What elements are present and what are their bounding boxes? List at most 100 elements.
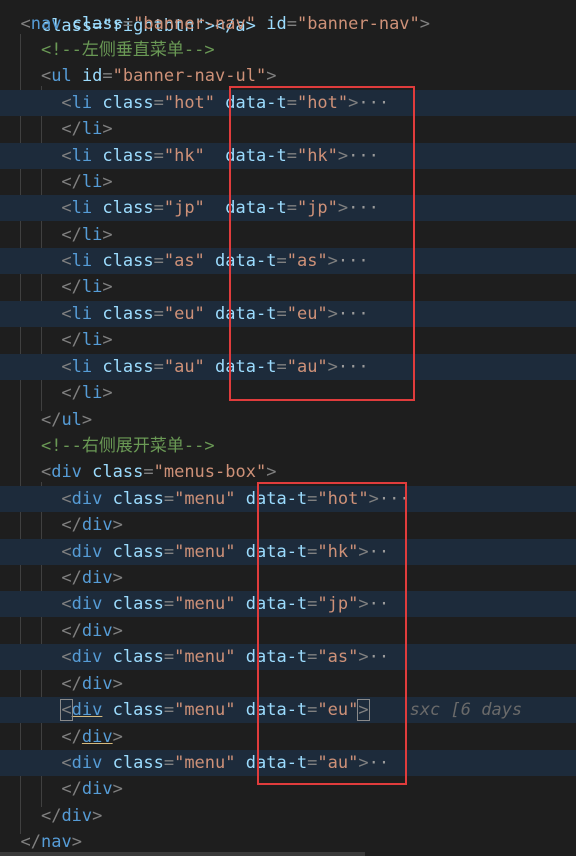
code-line-li-close: </li> [61,330,113,350]
tag-name: li [71,93,93,113]
bracket-match: > [357,699,370,721]
attr-value: "jp" [296,198,338,218]
code-line-menu: <div class="menu" data-t="hk">·· [0,539,576,566]
attr-name: data-t [245,753,308,773]
fold-ellipsis-icon[interactable]: ··· [348,198,379,218]
code-line-li-close: </li> [61,383,113,403]
code-line-div-close: </div> [61,779,123,799]
attr-name: data-t [215,357,277,377]
code-line-div-close: </div> [61,621,123,641]
tag-name: li [71,357,93,377]
attr-name: class [102,198,154,218]
tag-name: div [81,515,113,535]
tag-name: li [81,383,103,403]
code-line-li-close: </li> [61,172,113,192]
fold-ellipsis-icon[interactable]: ··· [338,357,369,377]
fold-ellipsis-icon[interactable]: ·· [369,647,389,667]
attr-value: "au" [317,753,359,773]
fold-ellipsis-icon[interactable]: ·· [369,594,389,614]
attr-name: id [81,66,103,86]
tag-name: div [81,621,113,641]
fold-ellipsis-icon[interactable]: ··· [338,251,369,271]
tag-name: div [61,806,93,826]
attr-value: "jp" [317,594,359,614]
tag-name: li [71,198,93,218]
attr-value: "menus-box" [153,462,267,482]
attr-value: "menu" [174,489,236,509]
code-line-ul-close: </ul> [40,410,93,430]
attr-name: data-t [245,542,308,562]
git-blame-annotation: sxc [6 days [409,700,523,720]
code-line-li: <li class="as" data-t="as">··· [0,248,576,275]
tag-name: li [81,225,103,245]
code-line-li-close: </li> [61,119,113,139]
attr-value: "banner-nav-ul" [112,66,267,86]
attr-value: "as" [163,251,205,271]
attr-name: data-t [215,304,277,324]
tag-name: div [71,700,103,720]
attr-name: class [112,542,164,562]
attr-name: class [102,304,154,324]
tag-name: div [81,674,113,694]
code-line-li: <li class="eu" data-t="eu">··· [0,301,576,328]
attr-value: "au" [163,357,205,377]
fold-ellipsis-icon[interactable]: ··· [348,146,379,166]
tag-name: div [71,594,103,614]
attr-name: data-t [245,594,308,614]
attr-value: "as" [286,251,328,271]
fold-ellipsis-icon[interactable]: ··· [338,304,369,324]
tag-name: li [81,172,103,192]
attr-name: data-t [245,700,308,720]
code-line-li-close: </li> [61,277,113,297]
tag-name: div [81,779,113,799]
code-line-nav-open: <nav class="banner-nav" id="banner-nav"> [20,14,431,34]
attr-name: data-t [225,146,287,166]
code-line-div-close: </div> [61,727,123,747]
code-line-div-close: </div> [61,674,123,694]
fold-ellipsis-icon[interactable]: ··· [379,489,410,509]
attr-name: class [102,93,154,113]
code-line-menu: <div class="menu" data-t="jp">·· [0,591,576,618]
attr-name: class [112,594,164,614]
attr-value: "banner-nav" [296,14,420,34]
comment-text: <!--右侧展开菜单--> [40,436,215,456]
attr-value: "as" [317,647,359,667]
attr-value: "banner-nav" [133,14,256,34]
attr-value: "eu" [286,304,328,324]
tag-name: div [51,462,82,482]
code-line-comment: <!--左侧垂直菜单--> [0,37,576,63]
attr-name: data-t [215,251,277,271]
attr-value: "eu" [317,700,359,720]
attr-value: "au" [286,357,328,377]
attr-name: id [266,14,287,34]
attr-name: class [112,700,164,720]
tag-name: li [71,146,93,166]
attr-value: "menu" [174,647,236,667]
code-line-menu: <div class="menu" data-t="au">·· [0,750,576,777]
bracket-match: < [60,699,73,721]
tag-name: li [71,251,93,271]
attr-name: class [112,647,164,667]
fold-ellipsis-icon[interactable]: ·· [369,753,389,773]
attr-name: data-t [225,198,287,218]
tag-name: li [71,304,93,324]
tag-name: div [71,542,103,562]
code-line-li: <li class="hk" data-t="hk">··· [0,143,576,170]
tag-name: nav [40,832,72,852]
attr-name: data-t [225,93,287,113]
attr-value: "menu" [174,700,236,720]
attr-value: "hot" [296,93,349,113]
fold-ellipsis-icon[interactable]: ··· [358,93,389,113]
attr-name: class [102,146,154,166]
attr-name: class [102,357,154,377]
attr-value: "hot" [317,489,369,509]
code-editor[interactable]: class="rightbtn"></a> <nav class="banner… [0,0,576,856]
attr-name: class [112,489,164,509]
attr-value: "hk" [317,542,359,562]
code-line-menus-box-open: <div class="menus-box"> [40,462,277,482]
code-line-li: <li class="au" data-t="au">··· [0,354,576,381]
tag-name: div [71,489,103,509]
attr-value: "menu" [174,542,236,562]
horizontal-scrollbar[interactable] [0,852,365,856]
fold-ellipsis-icon[interactable]: ·· [369,542,389,562]
